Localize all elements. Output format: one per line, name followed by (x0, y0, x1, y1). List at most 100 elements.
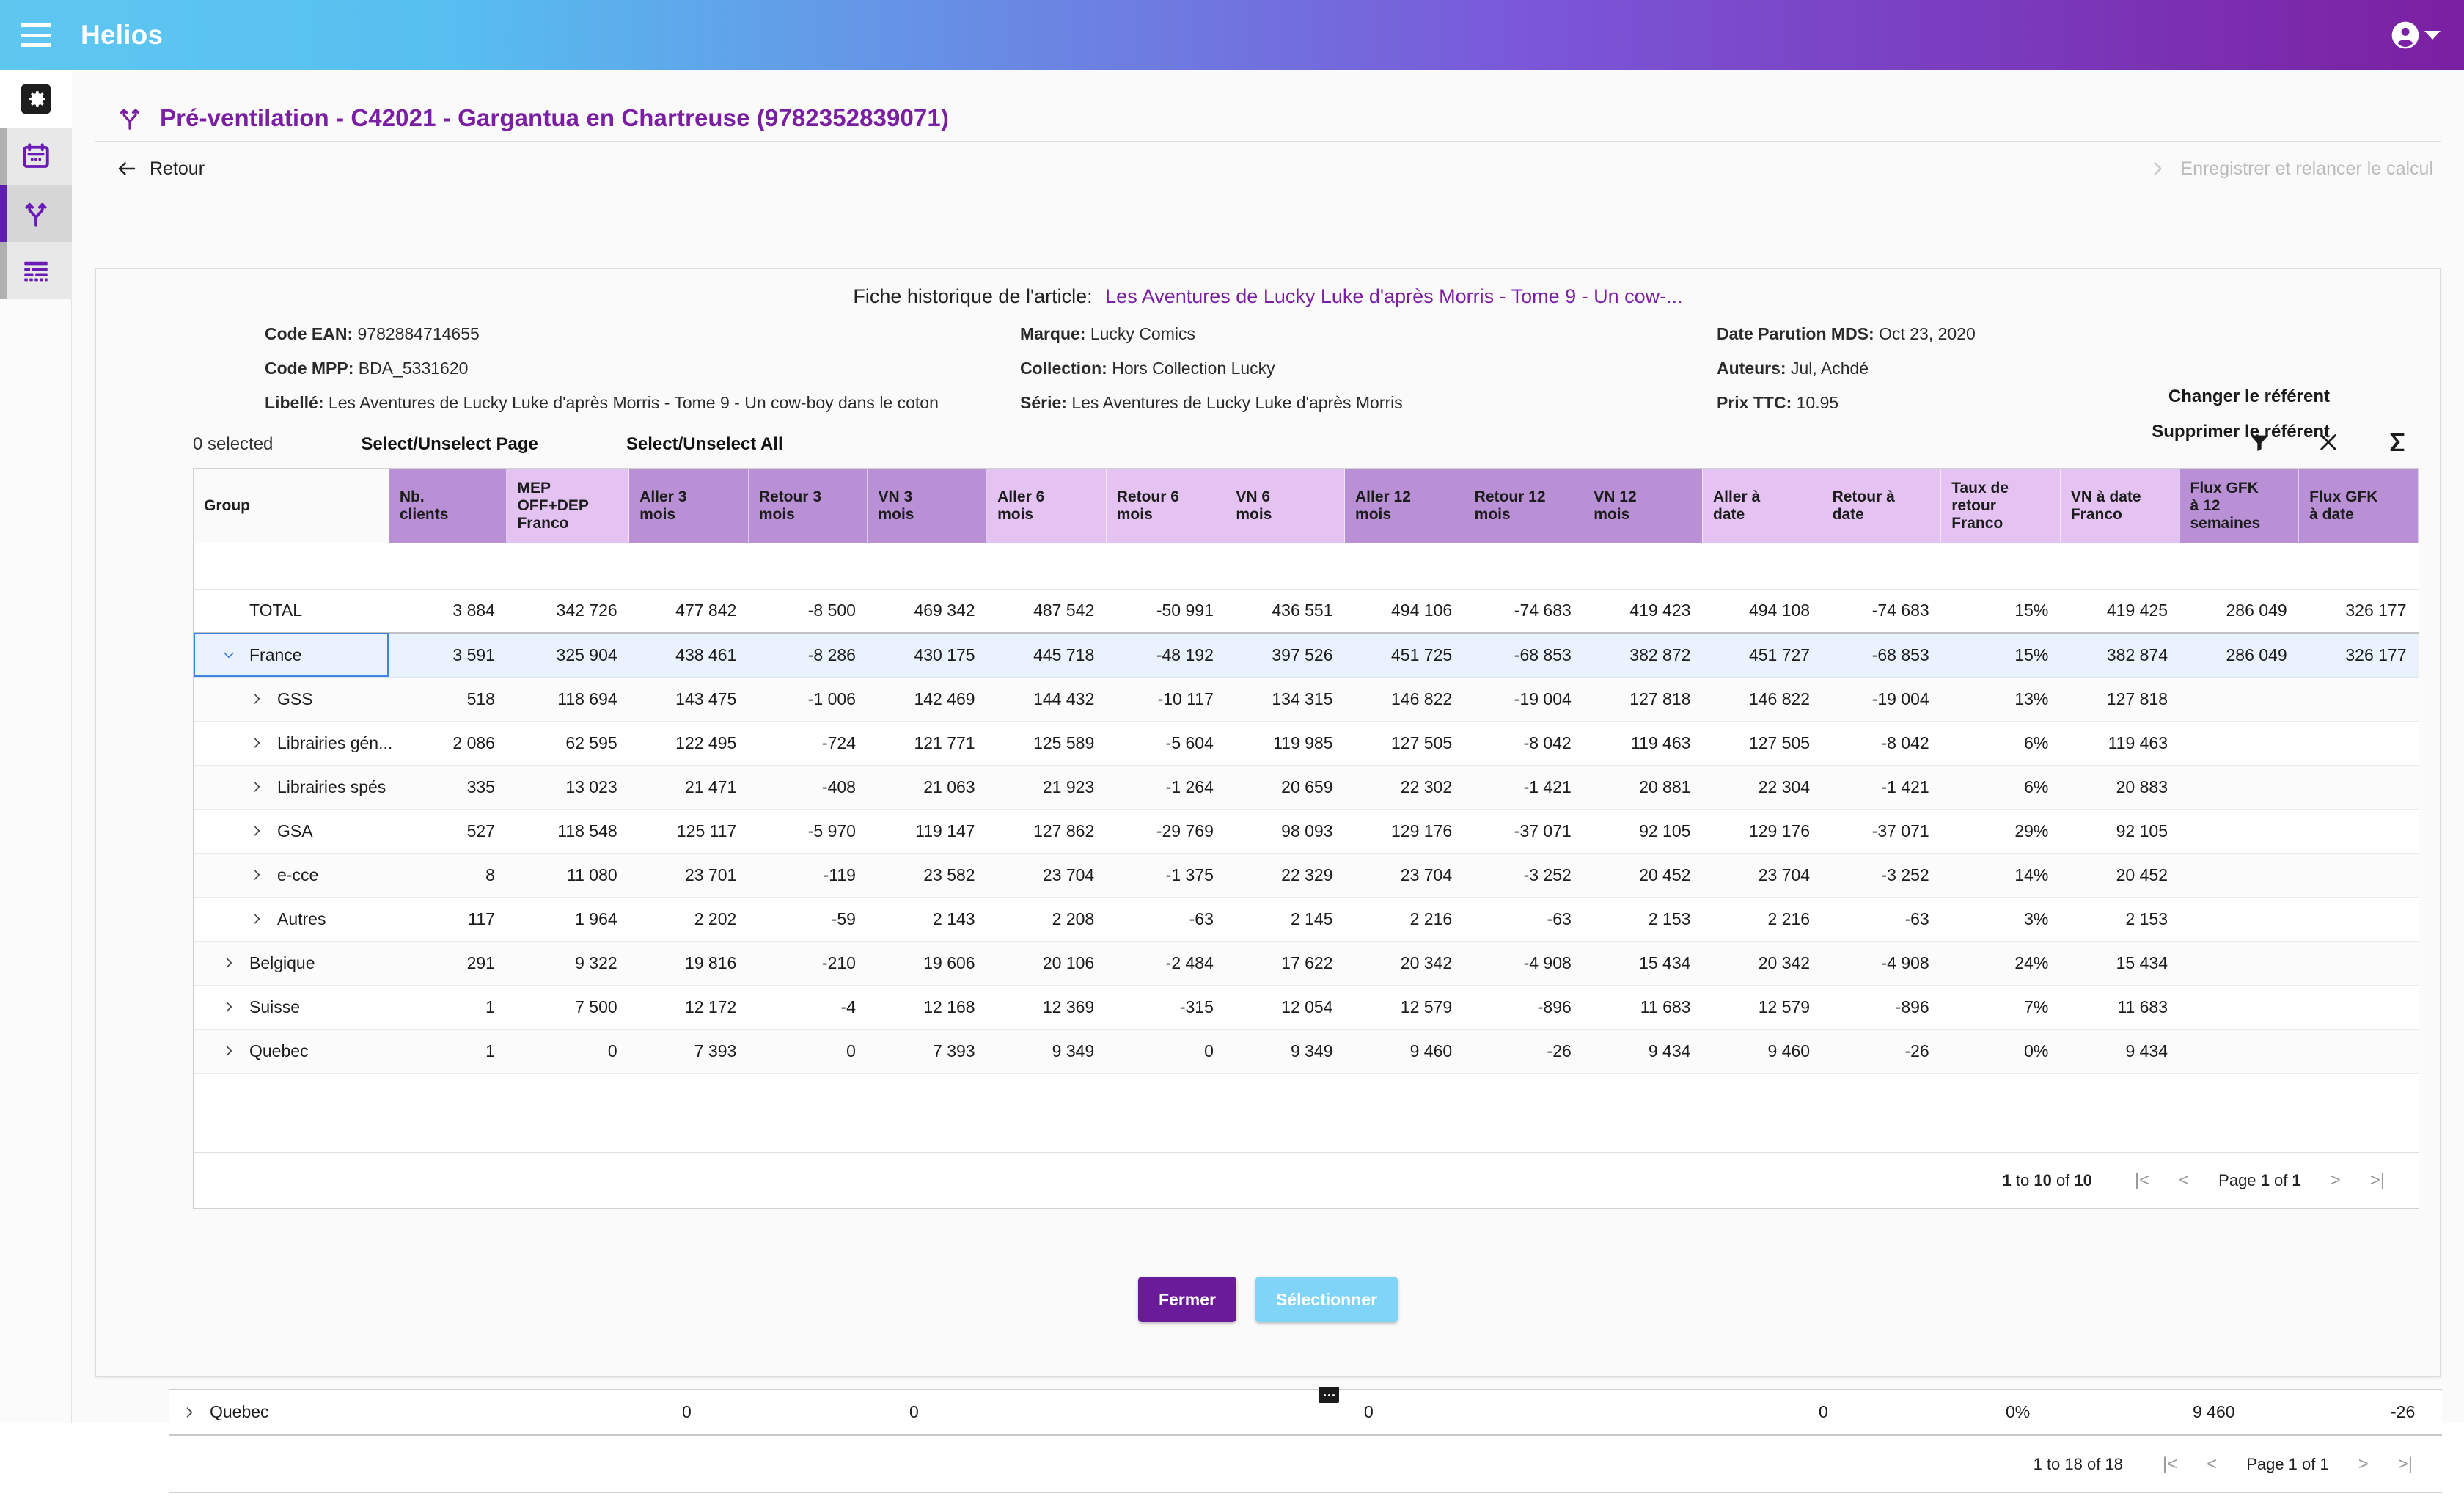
table-cell[interactable]: -1 375 (1106, 853, 1225, 897)
table-cell[interactable]: 12 369 (987, 985, 1107, 1029)
selectionner-button[interactable]: Sélectionner (1255, 1277, 1398, 1322)
column-header-aller-3-mois[interactable]: Aller 3 mois (629, 469, 749, 543)
table-cell[interactable]: 20 883 (2060, 765, 2179, 809)
table-cell[interactable]: 477 842 (629, 589, 749, 633)
table-cell[interactable]: 12 579 (1702, 985, 1822, 1029)
table-row[interactable]: Quebec107 39307 3939 34909 3499 460-269 … (194, 1029, 2419, 1073)
rail-item-settings[interactable] (0, 70, 72, 128)
hamburger-menu-icon[interactable] (21, 23, 51, 47)
table-cell[interactable]: 326 177 (2299, 589, 2419, 633)
table-row[interactable]: GSA527118 548125 117-5 970119 147127 862… (194, 809, 2419, 853)
table-cell[interactable]: -408 (748, 765, 868, 809)
chevron-right-icon[interactable] (249, 824, 264, 838)
table-row[interactable]: Librairies spés33513 02321 471-40821 063… (194, 765, 2419, 809)
table-cell[interactable]: 146 822 (1345, 677, 1464, 721)
table-cell[interactable]: 2 202 (629, 897, 749, 941)
table-cell[interactable]: 436 551 (1225, 589, 1345, 633)
table-cell[interactable]: 2 145 (1225, 897, 1345, 941)
change-referent-button[interactable]: Changer le référent (2168, 386, 2330, 407)
column-header-taux-de-retour-franco[interactable]: Taux de retour Franco (1941, 469, 2061, 543)
table-cell[interactable]: -8 286 (748, 633, 868, 677)
table-cell[interactable]: -1 264 (1106, 765, 1225, 809)
table-cell[interactable] (2299, 809, 2419, 853)
table-cell[interactable]: 438 461 (629, 633, 749, 677)
chevron-right-icon[interactable] (249, 780, 264, 794)
table-cell[interactable]: 15 434 (1583, 941, 1703, 985)
table-cell[interactable]: 382 874 (2060, 633, 2179, 677)
table-cell[interactable] (2299, 721, 2419, 765)
table-cell[interactable]: 19 606 (868, 941, 987, 985)
table-cell[interactable]: -10 117 (1106, 677, 1225, 721)
table-row[interactable]: Belgique2919 32219 816-21019 60620 106-2… (194, 941, 2419, 985)
table-cell[interactable]: 29% (1941, 809, 2061, 853)
table-cell[interactable]: 12 168 (868, 985, 987, 1029)
table-cell[interactable]: 92 105 (2060, 809, 2179, 853)
table-cell[interactable] (2299, 941, 2419, 985)
table-cell[interactable]: 98 093 (1225, 809, 1345, 853)
rail-item-reports[interactable] (0, 242, 72, 299)
table-cell[interactable]: 2 153 (2060, 897, 2179, 941)
table-cell[interactable]: -5 604 (1106, 721, 1225, 765)
table-cell[interactable]: 1 (389, 1029, 507, 1073)
table-cell[interactable]: 20 342 (1345, 941, 1464, 985)
table-cell[interactable]: 325 904 (507, 633, 629, 677)
table-cell[interactable]: 23 582 (868, 853, 987, 897)
table-cell[interactable]: 7 393 (868, 1029, 987, 1073)
table-cell[interactable]: 17 622 (1225, 941, 1345, 985)
table-cell[interactable]: -63 (1464, 897, 1583, 941)
table-cell[interactable]: 9 322 (507, 941, 629, 985)
table-cell[interactable]: 527 (389, 809, 507, 853)
table-cell[interactable]: 2 208 (987, 897, 1107, 941)
table-cell[interactable]: 3% (1941, 897, 2061, 941)
table-cell[interactable]: 127 862 (987, 809, 1107, 853)
column-header-group[interactable]: Group (194, 469, 389, 543)
column-header-vn-6-mois[interactable]: VN 6 mois (1225, 469, 1345, 543)
table-cell[interactable]: -68 853 (1822, 633, 1941, 677)
table-cell[interactable]: 127 818 (2060, 677, 2179, 721)
first-page-icon[interactable]: |< (2135, 1170, 2149, 1191)
table-cell[interactable]: 23 704 (1702, 853, 1822, 897)
next-page-icon[interactable]: > (2331, 1170, 2341, 1191)
table-cell[interactable]: -1 421 (1822, 765, 1941, 809)
select-unselect-page-button[interactable]: Select/Unselect Page (361, 434, 538, 455)
table-cell[interactable]: -8 042 (1822, 721, 1941, 765)
table-cell[interactable]: -119 (748, 853, 868, 897)
row-group-cell[interactable]: e-cce (194, 853, 389, 897)
chevron-right-icon[interactable] (221, 1000, 236, 1014)
table-cell[interactable]: 9 349 (987, 1029, 1107, 1073)
table-cell[interactable]: 12 054 (1225, 985, 1345, 1029)
table-cell[interactable]: 125 117 (629, 809, 749, 853)
table-cell[interactable]: 445 718 (987, 633, 1107, 677)
table-cell[interactable]: 117 (389, 897, 507, 941)
table-cell[interactable]: 118 694 (507, 677, 629, 721)
table-row[interactable]: France3 591325 904438 461-8 286430 17544… (194, 633, 2419, 677)
column-header-retour-a-date[interactable]: Retour à date (1822, 469, 1941, 543)
table-cell[interactable]: -37 071 (1822, 809, 1941, 853)
table-cell[interactable]: -63 (1106, 897, 1225, 941)
table-cell[interactable]: 2 216 (1345, 897, 1464, 941)
column-header-retour-3-mois[interactable]: Retour 3 mois (748, 469, 868, 543)
table-cell[interactable]: 144 432 (987, 677, 1107, 721)
first-page-icon[interactable]: |< (2163, 1454, 2177, 1475)
table-cell[interactable]: 2 086 (389, 721, 507, 765)
table-row[interactable]: Suisse17 50012 172-412 16812 369-31512 0… (194, 985, 2419, 1029)
table-cell[interactable]: 9 349 (1225, 1029, 1345, 1073)
account-menu[interactable] (2389, 19, 2441, 51)
chevron-right-icon[interactable] (221, 956, 236, 970)
table-cell[interactable]: 21 063 (868, 765, 987, 809)
table-cell[interactable]: 286 049 (2179, 589, 2299, 633)
table-cell[interactable]: 20 106 (987, 941, 1107, 985)
table-cell[interactable]: 0 (1106, 1029, 1225, 1073)
table-row[interactable]: Autres1171 9642 202-592 1432 208-632 145… (194, 897, 2419, 941)
data-grid[interactable]: Group Nb. clients MEP OFF+DEP Franco All… (193, 468, 2419, 1209)
table-cell[interactable]: 129 176 (1702, 809, 1822, 853)
chevron-down-icon[interactable] (221, 648, 236, 662)
table-cell[interactable]: 15% (1941, 633, 2061, 677)
table-cell[interactable]: 8 (389, 853, 507, 897)
table-cell[interactable] (2299, 985, 2419, 1029)
table-cell[interactable]: -19 004 (1464, 677, 1583, 721)
row-group-cell[interactable]: Librairies spés (194, 765, 389, 809)
table-cell[interactable]: 15 434 (2060, 941, 2179, 985)
table-cell[interactable]: 3 591 (389, 633, 507, 677)
table-cell[interactable]: 419 425 (2060, 589, 2179, 633)
